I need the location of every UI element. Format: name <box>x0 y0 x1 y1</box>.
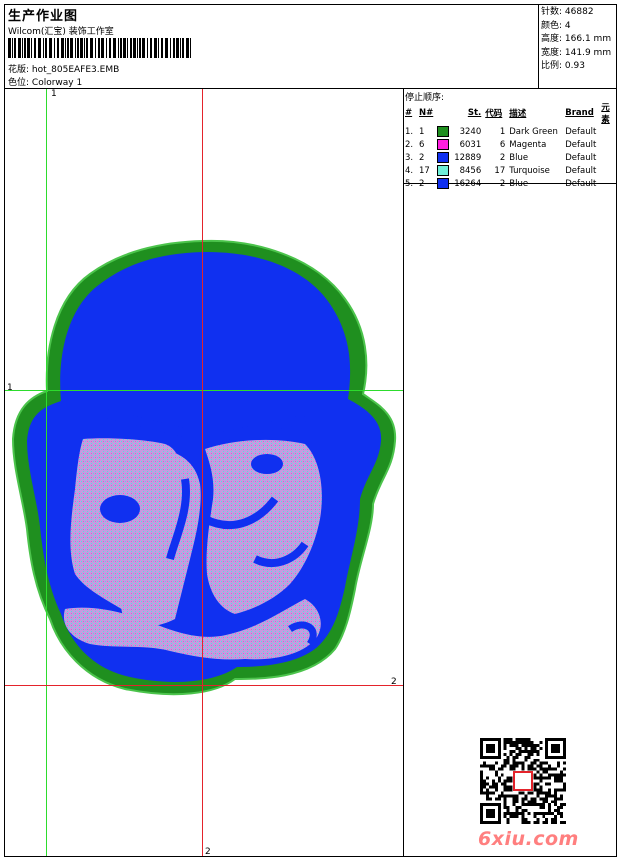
table-header-row: # N# St. 代码 描述 Brand 元素 <box>405 103 610 125</box>
watermark: 6xiu.com <box>478 828 579 850</box>
qr-code <box>480 738 566 824</box>
color-swatch <box>437 152 450 163</box>
colorway-value: Colorway 1 <box>31 78 83 88</box>
guide-label-green-v: 1 <box>51 89 57 99</box>
guide-label-red-h: 2 <box>391 677 397 687</box>
stat-width: 宽度: 141.9 mm <box>541 47 612 58</box>
guide-red-horizontal <box>5 685 403 686</box>
design-value: hot_805EAFE3.EMB <box>31 65 120 75</box>
guide-green-horizontal <box>5 390 403 391</box>
color-swatch <box>437 139 450 150</box>
color-swatch <box>437 165 450 176</box>
colorway-label: 色位: <box>8 78 30 88</box>
guide-label-green-h: 1 <box>7 383 13 393</box>
stat-scale: 比例: 0.93 <box>541 61 585 71</box>
color-swatch <box>437 126 450 137</box>
guide-red-vertical <box>202 89 203 856</box>
stop-sequence-table: # N# St. 代码 描述 Brand 元素 1. 1 3240 1 Dark Gre… <box>403 101 620 190</box>
design-preview <box>5 89 403 856</box>
table-row: 1. 1 3240 1 Dark Green Default <box>405 126 597 137</box>
guide-green-vertical <box>46 89 47 856</box>
page-title: 生产作业图 <box>8 9 79 24</box>
stat-colors: 颜色: 4 <box>541 20 571 31</box>
table-row: 4. 17 8456 17 Turquoise Default <box>405 165 597 176</box>
stats-panel: 针数: 46882 颜色: 4 高度: 166.1 mm 宽度: 141.9 m… <box>541 6 611 74</box>
company-name: Wilcom(汇宝) 装饰工作室 <box>8 27 114 37</box>
stat-height: 高度: 166.1 mm <box>541 34 612 44</box>
barcode <box>8 38 191 58</box>
design-label: 花版: <box>8 65 30 75</box>
design-file-row: 花版: hot_805EAFE3.EMB <box>8 62 119 75</box>
color-swatch <box>437 178 450 189</box>
eye-left <box>100 495 140 523</box>
colorway-row: 色位: Colorway 1 <box>8 75 82 88</box>
panel-divider <box>403 88 404 857</box>
table-row: 5. 2 16264 2 Blue Default <box>405 178 597 189</box>
eye-right <box>251 454 283 474</box>
stats-divider <box>538 4 539 88</box>
table-row: 3. 2 12889 2 Blue Default <box>405 152 597 163</box>
stat-stitches: 针数: 46882 <box>541 7 594 17</box>
guide-label-red-v: 2 <box>205 847 211 857</box>
table-row: 2. 6 6031 6 Magenta Default <box>405 139 597 150</box>
